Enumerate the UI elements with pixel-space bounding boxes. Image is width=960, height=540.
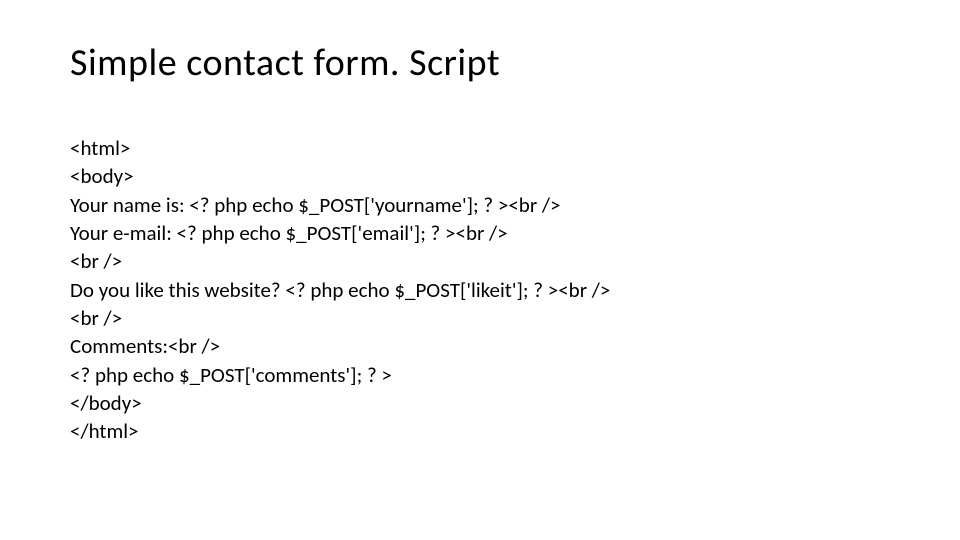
code-line: <body> xyxy=(70,162,890,190)
code-line: <? php echo $_POST['comments']; ? > xyxy=(70,361,890,389)
code-line: <br /> xyxy=(70,304,890,332)
code-line: Your name is: <? php echo $_POST['yourna… xyxy=(70,191,890,219)
code-line: </body> xyxy=(70,389,890,417)
code-line: Comments:<br /> xyxy=(70,332,890,360)
code-line: </html> xyxy=(70,417,890,445)
code-line: <html> xyxy=(70,134,890,162)
code-line: Your e-mail: <? php echo $_POST['email']… xyxy=(70,219,890,247)
code-line: <br /> xyxy=(70,247,890,275)
code-line: Do you like this website? <? php echo $_… xyxy=(70,276,890,304)
code-block: <html> <body> Your name is: <? php echo … xyxy=(70,134,890,446)
slide-title: Simple contact form. Script xyxy=(70,40,890,86)
